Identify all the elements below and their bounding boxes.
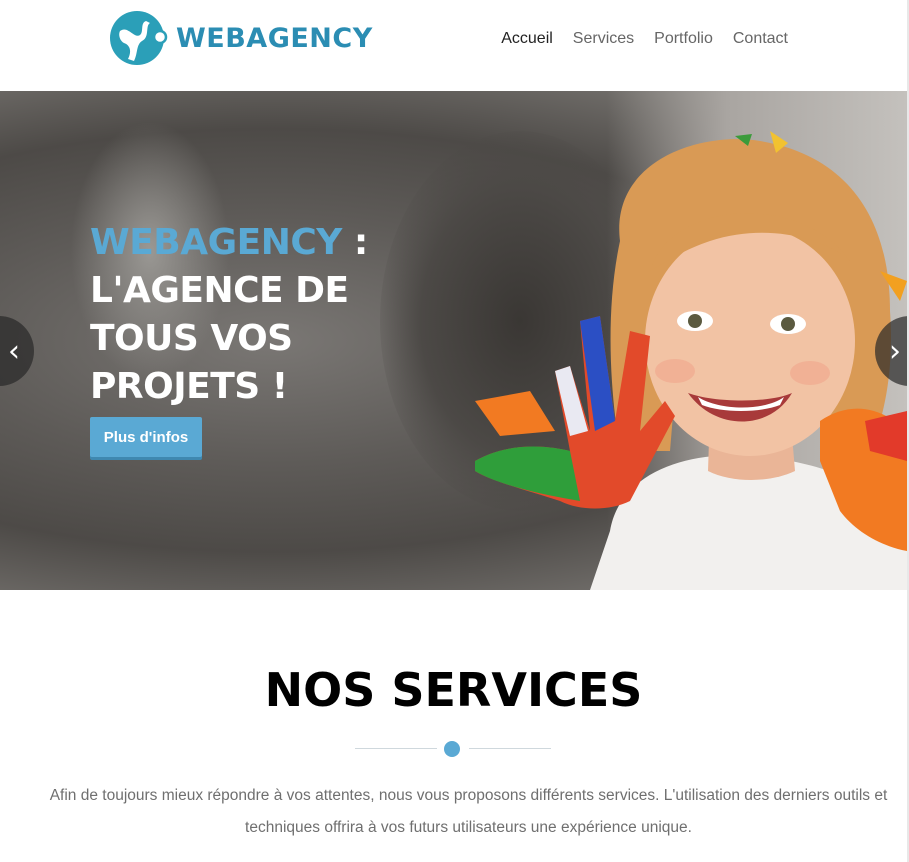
hero-slider: WEBAGENCY : L'AGENCE DE TOUS VOS PROJETS… xyxy=(0,91,907,590)
nav-item-accueil[interactable]: Accueil xyxy=(501,29,553,49)
nav-item-services[interactable]: Services xyxy=(573,29,634,49)
webagency-logo-icon xyxy=(110,11,168,65)
hero-title-brand: WEBAGENCY xyxy=(90,222,342,263)
page: WEBAGENCY Accueil Services Portfolio Con… xyxy=(0,0,909,862)
main-nav: Accueil Services Portfolio Contact xyxy=(501,29,788,49)
divider-line-right xyxy=(469,748,551,749)
divider-line-left xyxy=(355,748,437,749)
logo-text: WEBAGENCY xyxy=(176,22,373,54)
nav-item-portfolio[interactable]: Portfolio xyxy=(654,29,713,49)
slider-prev-button[interactable]: ‹ xyxy=(0,316,34,386)
section-divider xyxy=(355,740,551,758)
chevron-left-icon: ‹ xyxy=(8,333,20,369)
hero-image-girl xyxy=(475,131,907,590)
services-description: Afin de toujours mieux répondre à vos at… xyxy=(49,787,888,836)
hero-title-colon: : xyxy=(341,222,368,263)
site-header: WEBAGENCY Accueil Services Portfolio Con… xyxy=(0,0,909,91)
nav-item-contact[interactable]: Contact xyxy=(733,29,788,49)
divider-dot xyxy=(444,741,460,757)
services-title: NOS SERVICES xyxy=(264,663,643,717)
logo-link[interactable]: WEBAGENCY xyxy=(110,8,373,68)
more-info-button[interactable]: Plus d'infos xyxy=(90,417,202,457)
chevron-right-icon: › xyxy=(889,333,901,369)
hero-title: WEBAGENCY : L'AGENCE DE TOUS VOS PROJETS… xyxy=(90,219,390,411)
hero-title-rest: L'AGENCE DE TOUS VOS PROJETS ! xyxy=(90,270,349,407)
